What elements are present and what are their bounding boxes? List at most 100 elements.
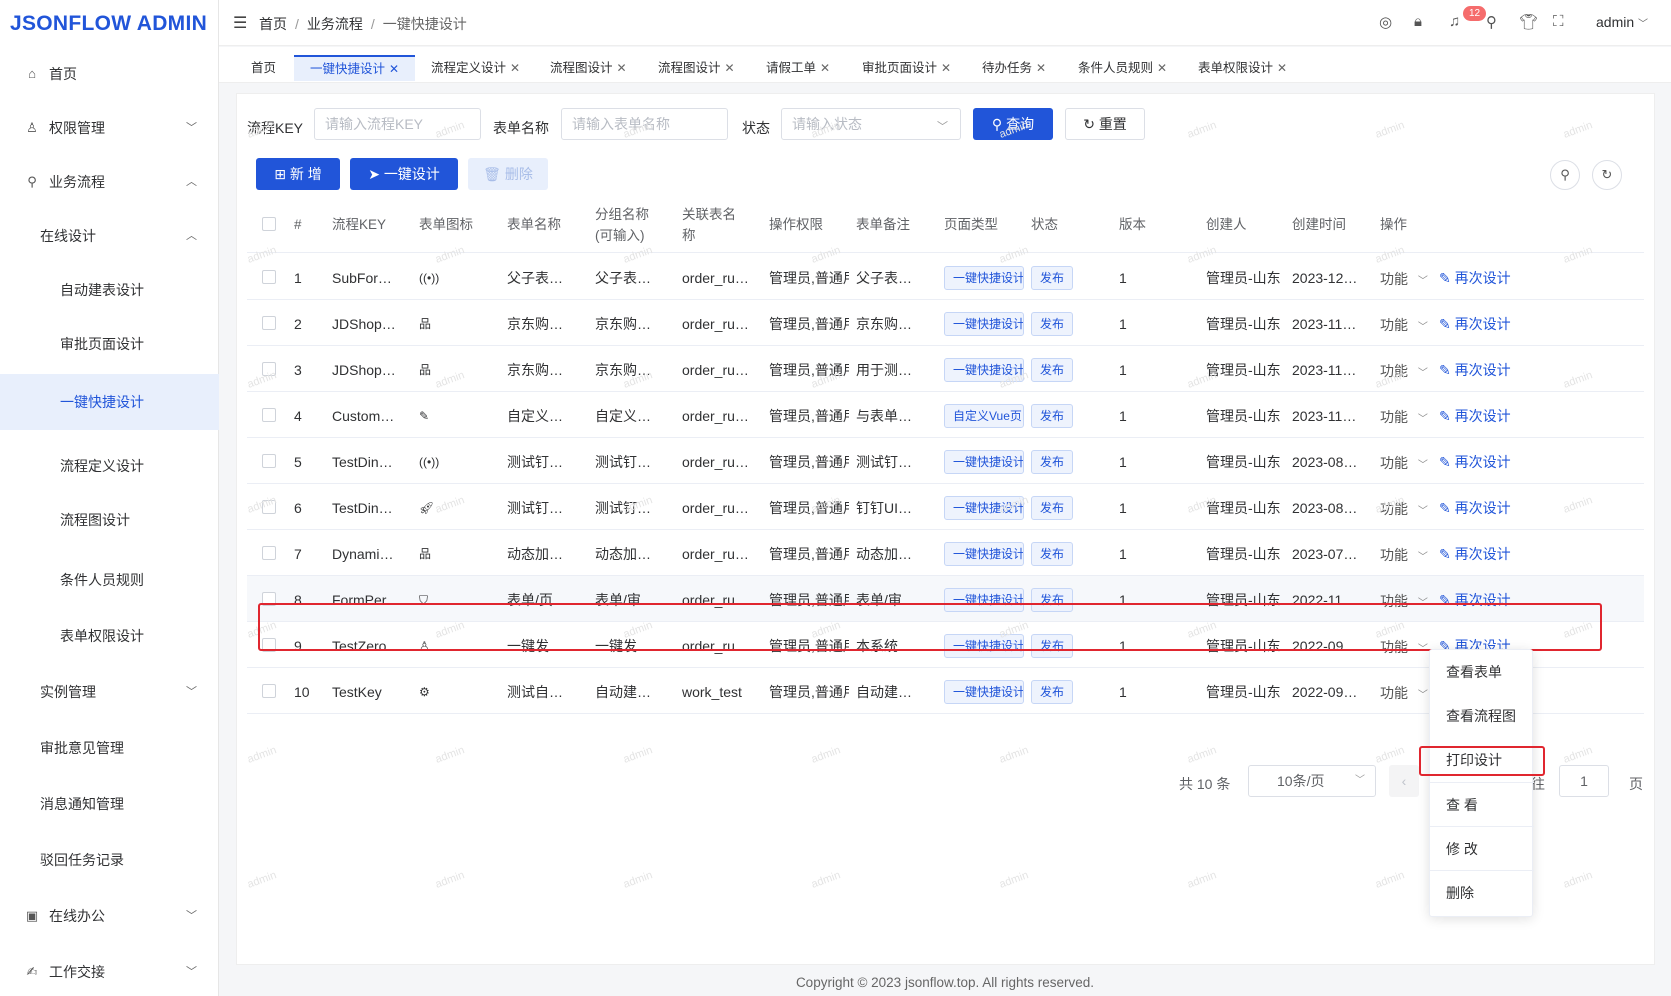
row-group-name: 父子表… [595,270,651,286]
function-menu-trigger[interactable]: 功能 ﹀ [1380,683,1428,703]
redesign-button[interactable]: ✎ 再次设计 [1439,452,1511,472]
sidebar-item-online-office[interactable]: ▣ 在线办公 ﹀ [0,892,219,940]
tab-todo[interactable]: 待办任务 ✕ [982,55,1046,81]
sidebar-item-auto-table[interactable]: 自动建表设计 [0,266,219,314]
row-index: 5 [294,454,302,470]
table-row[interactable]: 5 TestDin… ((•)) 测试钉… 测试钉… order_ru… 管理员,普通用 测试… [247,438,1644,484]
edit-icon: ✎ [1439,454,1451,470]
row-checkbox[interactable] [262,500,276,514]
view-item[interactable]: 查 看 [1430,782,1534,826]
row-checkbox[interactable] [262,270,276,284]
function-menu-trigger[interactable]: 功能 ﹀ [1380,407,1428,427]
tab-flow-chart[interactable]: 流程图设计 ✕ [550,55,627,81]
row-checkbox[interactable] [262,362,276,376]
sidebar-item-flow-chart[interactable]: 流程图设计 [0,496,219,544]
redesign-button[interactable]: ✎ 再次设计 [1439,360,1511,380]
page-type-tag: 一键快捷设计 [944,496,1024,520]
reset-button[interactable]: ↻ 重置 [1065,108,1145,140]
table-row[interactable]: 4 Custom… ✎ 自定义… 自定义… order_ru… 管理员,普通用 与表单… 自定义… [247,392,1644,438]
function-menu-trigger[interactable]: 功能 ﹀ [1380,361,1428,381]
redesign-button[interactable]: ✎ 再次设计 [1439,268,1511,288]
sidebar-item-home[interactable]: ⌂ 首页 [0,50,219,98]
sidebar-item-instances[interactable]: 实例管理 ﹀ [0,668,219,716]
sidebar-item-permissions[interactable]: ♙ 权限管理 ﹀ [0,104,219,152]
prev-page-button[interactable]: ‹ [1389,765,1419,797]
tab-flow-chart-2[interactable]: 流程图设计 ✕ [658,55,735,81]
menu-toggle-icon[interactable]: ☰ [233,13,247,33]
tab-leave-order[interactable]: 请假工单 ✕ [766,55,830,81]
function-menu-trigger[interactable]: 功能 ﹀ [1380,269,1428,289]
theme-icon[interactable]: 👕︎ [1519,13,1538,31]
redesign-button[interactable]: ✎ 再次设计 [1439,314,1511,334]
sidebar-item-opinions[interactable]: 审批意见管理 [0,724,219,772]
refresh-button[interactable]: ↻ [1592,160,1622,190]
user-menu[interactable]: admin ﹀ [1596,14,1648,30]
page-jump-input[interactable]: 1 [1559,765,1609,797]
row-checkbox[interactable] [262,592,276,606]
row-checkbox[interactable] [262,546,276,560]
tab-form-permission[interactable]: 表单权限设计 ✕ [1198,55,1287,81]
row-checkbox[interactable] [262,638,276,652]
page-size-select[interactable]: 10条/页 ﹀ [1248,765,1376,797]
fullscreen-icon[interactable]: ⛶ [1553,13,1564,30]
status-select[interactable] [781,108,961,140]
row-checkbox[interactable] [262,408,276,422]
table-row[interactable]: 6 TestDin… 🚀︎ 测试钉… 测试钉… order_ru… 管理员,普通用 钉钉UI…… [247,484,1644,530]
table-row[interactable]: 2 JDShop… 品京东购… 京东购… order_ru… 管理员,普通用 京东购… 一键快… [247,300,1644,346]
tab-approval-page[interactable]: 审批页面设计 ✕ [862,55,951,81]
sidebar-item-online-design[interactable]: 在线设计 ︿ [0,212,219,260]
select-all-checkbox[interactable] [262,217,276,231]
function-menu-trigger[interactable]: 功能 ﹀ [1380,499,1428,519]
table-row[interactable]: 8 FormPer… ⛉ 表单/页… 表单/审… order_ru… 管理员,普通用 表单/审… [247,576,1644,622]
function-menu-trigger[interactable]: 功能 ﹀ [1380,545,1428,565]
search-icon[interactable]: ⚲ [1486,13,1497,31]
redesign-button[interactable]: ✎ 再次设计 [1439,544,1511,564]
tab-condition-rules[interactable]: 条件人员规则 ✕ [1078,55,1167,81]
breadcrumb-home[interactable]: 首页 [259,16,287,32]
row-flow-key: TestDin… [332,454,393,470]
print-design-item[interactable]: 打印设计 [1430,738,1534,782]
table-row[interactable]: 3 JDShop… 品 京东购… 京东购… order_ru… 管理员,普通用 用于测… 一键快… [247,346,1644,392]
lock-icon[interactable]: 🔒︎ [1414,13,1422,30]
row-checkbox[interactable] [262,454,276,468]
redesign-button[interactable]: ✎ 再次设计 [1439,406,1511,426]
row-checkbox[interactable] [262,684,276,698]
function-menu-trigger[interactable]: 功能 ﹀ [1380,637,1428,657]
tab-home[interactable]: 首页 [251,55,276,81]
redesign-button[interactable]: ✎ 再次设计 [1439,590,1511,610]
watermark: admin [433,744,467,766]
function-menu-trigger[interactable]: 功能 ﹀ [1380,453,1428,473]
function-menu-trigger[interactable]: 功能 ﹀ [1380,315,1428,335]
tab-quick-design[interactable]: 一键快捷设计 ✕ [294,55,416,81]
view-form-item[interactable]: 查看表单 [1430,650,1534,694]
form-name-input[interactable] [561,108,728,140]
sidebar-item-handover[interactable]: ✍ 工作交接 ﹀ [0,948,219,996]
table-row[interactable]: 7 Dynami… 品动态加… 动态加… order_ru… 管理员,普通用 动态加… 一键快… [247,530,1644,576]
sidebar-item-form-permission[interactable]: 表单权限设计 [0,612,219,660]
row-checkbox[interactable] [262,316,276,330]
watermark: admin [1185,119,1219,141]
flow-key-input[interactable] [314,108,481,140]
sidebar-item-quick-design[interactable]: 一键快捷设计 [0,374,219,430]
function-menu-trigger[interactable]: 功能 ﹀ [1380,591,1428,611]
search-button[interactable]: ⚲ 查询 [973,108,1053,140]
breadcrumb-business[interactable]: 业务流程 [307,16,363,32]
sidebar-item-approval-page[interactable]: 审批页面设计 [0,320,219,368]
target-icon[interactable]: ◎ [1379,13,1392,31]
table-row[interactable]: 1 SubFor… ((•)) 父子表… 父子表… order_ru… 管理员,普通用 父子表… [247,254,1644,300]
sidebar-item-notifications[interactable]: 消息通知管理 [0,780,219,828]
quick-design-button[interactable]: ➤ 一键设计 [350,158,458,190]
search-toggle-button[interactable]: ⚲ [1550,160,1580,190]
notification-icon[interactable]: ♫ [1449,13,1460,30]
sidebar-item-business-flow[interactable]: ⚲ 业务流程 ︿ [0,158,219,206]
sidebar-item-condition-rules[interactable]: 条件人员规则 [0,556,219,604]
redesign-button[interactable]: ✎ 再次设计 [1439,498,1511,518]
edit-item[interactable]: 修 改 [1430,826,1534,870]
add-button[interactable]: ⊞ 新 增 [256,158,340,190]
sidebar-item-flow-definition[interactable]: 流程定义设计 [0,442,219,490]
tab-flow-definition[interactable]: 流程定义设计 ✕ [431,55,520,81]
delete-button[interactable]: 🗑︎ 删除 [468,158,548,190]
sidebar-item-reject-records[interactable]: 驳回任务记录 [0,836,219,884]
delete-item[interactable]: 删除 [1430,870,1534,914]
view-flowchart-item[interactable]: 查看流程图 [1430,694,1534,738]
